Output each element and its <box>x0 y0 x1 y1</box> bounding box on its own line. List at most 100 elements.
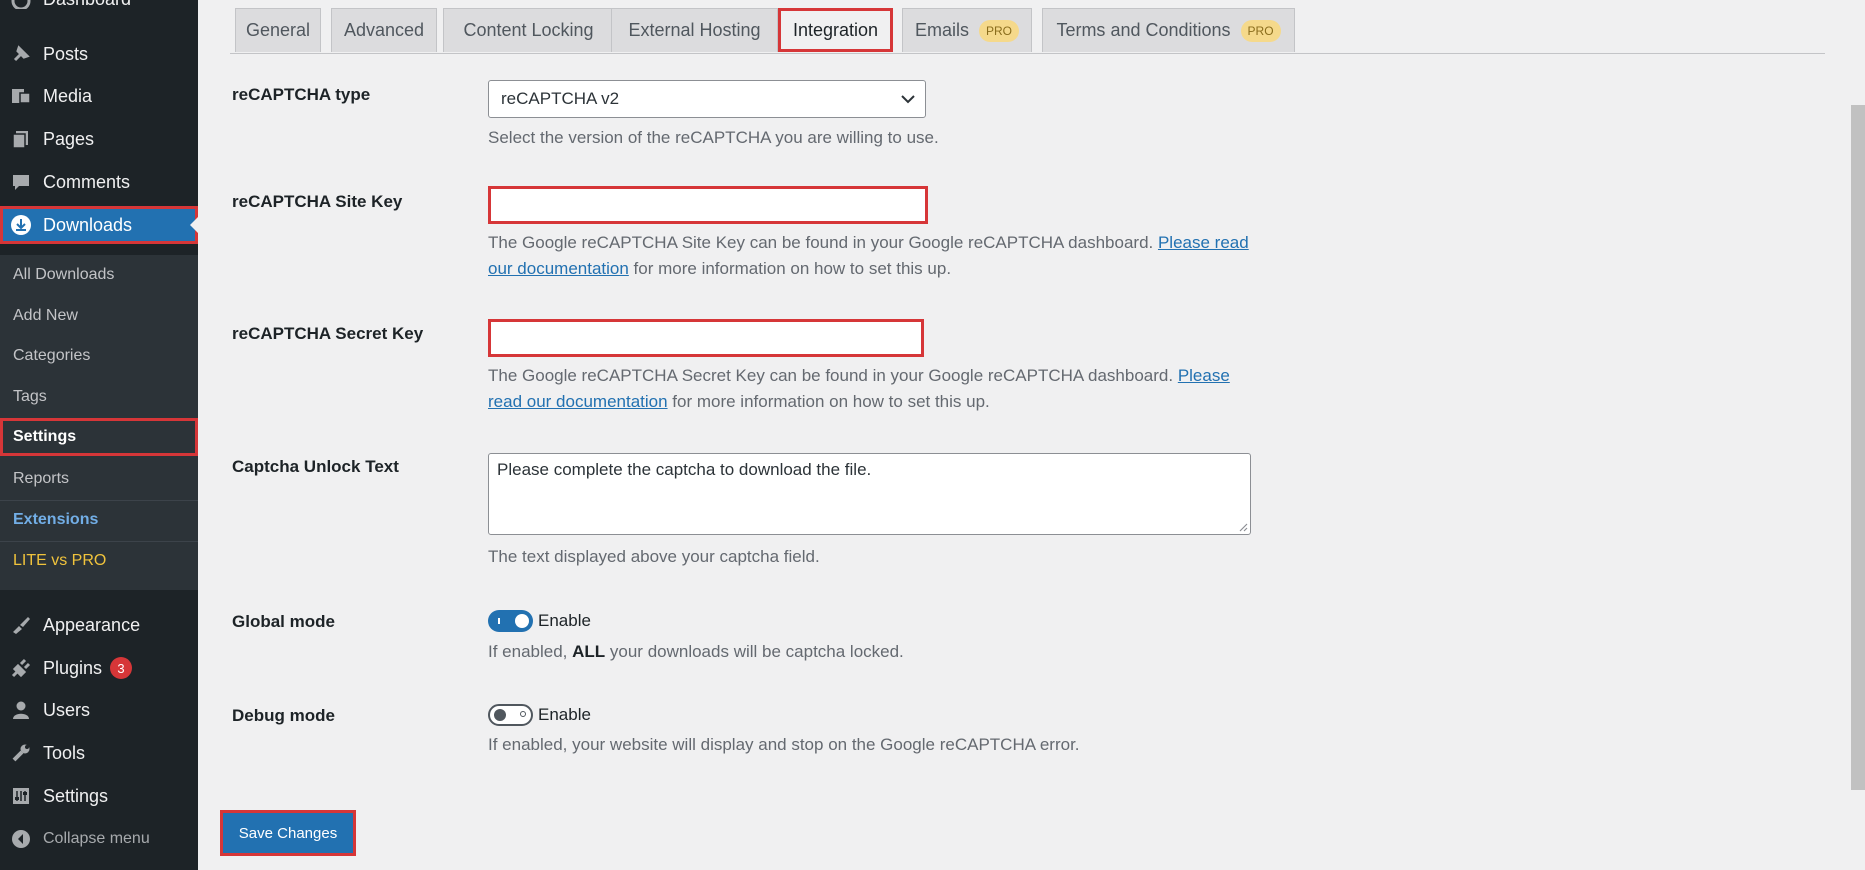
plugins-update-badge: 3 <box>110 657 133 679</box>
tab-label: General <box>245 20 311 40</box>
submenu-categories[interactable]: Categories <box>0 337 198 375</box>
submenu-lite-vs-pro[interactable]: LITE vs PRO <box>0 542 198 580</box>
menu-label: Dashboard <box>43 0 131 10</box>
admin-sidebar: Dashboard Posts Media Pages Comments Dow… <box>0 0 198 870</box>
menu-label: Tools <box>43 742 86 763</box>
debug-mode-toggle-label[interactable]: Enable <box>538 705 591 725</box>
tab-external-hosting[interactable]: External Hosting <box>611 8 778 52</box>
secret-key-input[interactable] <box>488 319 924 357</box>
menu-label: Appearance <box>43 614 141 635</box>
global-mode-label: Global mode <box>232 612 335 631</box>
downloads-submenu: All Downloads Add New Categories Tags Se… <box>0 255 198 590</box>
tab-label: Content Locking <box>463 20 594 40</box>
menu-label: Plugins <box>43 657 103 678</box>
global-mode-description: If enabled, ALL your downloads will be c… <box>488 639 904 665</box>
documentation-link[interactable]: read our documentation <box>488 392 668 411</box>
tab-integration[interactable]: Integration <box>778 8 893 52</box>
chevron-down-icon <box>901 95 915 104</box>
menu-label: Users <box>43 699 91 720</box>
desc-text: If enabled, <box>488 642 573 661</box>
menu-settings[interactable]: Settings <box>0 777 198 815</box>
desc-text: The Google reCAPTCHA Site Key can be fou… <box>488 233 1158 252</box>
site-key-input[interactable] <box>488 186 928 224</box>
scrollbar[interactable] <box>1851 105 1865 790</box>
menu-label: Pages <box>43 128 95 149</box>
site-key-label: reCAPTCHA Site Key <box>232 192 403 211</box>
media-icon <box>9 84 33 108</box>
tab-terms-and-conditions[interactable]: Terms and Conditions PRO <box>1042 8 1295 52</box>
save-changes-button[interactable]: Save Changes <box>220 810 356 856</box>
menu-label: Downloads <box>43 214 133 235</box>
global-mode-toggle[interactable] <box>488 610 533 632</box>
secret-key-description: The Google reCAPTCHA Secret Key can be f… <box>488 363 1268 415</box>
desc-text: The Google reCAPTCHA Secret Key can be f… <box>488 366 1178 385</box>
debug-mode-label: Debug mode <box>232 706 335 725</box>
tab-content-locking[interactable]: Content Locking <box>443 8 614 52</box>
menu-posts[interactable]: Posts <box>0 35 198 73</box>
submenu-add-new[interactable]: Add New <box>0 297 198 335</box>
submenu-extensions[interactable]: Extensions <box>0 501 198 539</box>
pro-badge: PRO <box>1240 19 1281 42</box>
desc-text: for more information on how to set this … <box>628 259 952 278</box>
menu-label: Media <box>43 85 93 106</box>
documentation-link[interactable]: Please read <box>1158 233 1249 252</box>
documentation-link[interactable]: Please <box>1178 366 1230 385</box>
wrench-icon <box>9 741 33 765</box>
unlock-text-description: The text displayed above your captcha fi… <box>488 547 820 566</box>
download-icon <box>9 213 33 237</box>
menu-label: Collapse menu <box>43 830 150 847</box>
recaptcha-type-value: reCAPTCHA v2 <box>501 89 620 108</box>
submenu-tags[interactable]: Tags <box>0 378 198 416</box>
plug-icon <box>9 656 33 680</box>
unlock-text-value: Please complete the captcha to download … <box>497 460 872 479</box>
unlock-text-label: Captcha Unlock Text <box>232 457 399 476</box>
menu-plugins[interactable]: Plugins 3 <box>0 649 198 687</box>
menu-label: Comments <box>43 171 131 192</box>
menu-collapse[interactable]: Collapse menu <box>0 820 198 858</box>
menu-label: Posts <box>43 43 89 64</box>
tabs-divider <box>230 53 1825 54</box>
desc-text: your downloads will be captcha locked. <box>605 642 904 661</box>
unlock-text-textarea[interactable]: Please complete the captcha to download … <box>488 453 1251 535</box>
global-mode-toggle-label[interactable]: Enable <box>538 611 591 631</box>
menu-tools[interactable]: Tools <box>0 734 198 772</box>
submenu-all-downloads[interactable]: All Downloads <box>0 256 198 294</box>
tab-label: External Hosting <box>628 20 761 40</box>
tab-emails[interactable]: Emails PRO <box>902 8 1032 52</box>
tab-label: Integration <box>792 20 879 40</box>
menu-users[interactable]: Users <box>0 691 198 729</box>
tab-general[interactable]: General <box>235 8 321 52</box>
pin-icon <box>9 42 33 66</box>
debug-mode-description: If enabled, your website will display an… <box>488 735 1080 754</box>
submenu-reports[interactable]: Reports <box>0 460 198 498</box>
recaptcha-type-description: Select the version of the reCAPTCHA you … <box>488 128 939 147</box>
active-arrow <box>190 217 198 233</box>
menu-pages[interactable]: Pages <box>0 120 198 158</box>
tab-label: Terms and Conditions <box>1056 20 1231 40</box>
desc-bold: ALL <box>572 642 606 661</box>
tab-advanced[interactable]: Advanced <box>331 8 437 52</box>
menu-dashboard[interactable]: Dashboard <box>0 0 198 18</box>
tab-label: Advanced <box>343 20 425 40</box>
menu-label: Settings <box>43 785 109 806</box>
collapse-icon <box>9 827 33 851</box>
menu-media[interactable]: Media <box>0 77 198 115</box>
secret-key-label: reCAPTCHA Secret Key <box>232 324 424 343</box>
documentation-link[interactable]: our documentation <box>488 259 629 278</box>
pro-badge: PRO <box>979 19 1020 42</box>
debug-mode-toggle[interactable] <box>488 704 533 726</box>
submenu-settings[interactable]: Settings <box>0 418 198 456</box>
user-icon <box>9 698 33 722</box>
tab-label: Emails <box>914 20 969 40</box>
menu-downloads[interactable]: Downloads <box>0 206 198 244</box>
settings-icon <box>9 784 33 808</box>
resize-handle-icon[interactable] <box>1238 522 1248 532</box>
dashboard-icon <box>9 0 33 11</box>
brush-icon <box>9 613 33 637</box>
menu-comments[interactable]: Comments <box>0 163 198 201</box>
recaptcha-type-select[interactable]: reCAPTCHA v2 <box>488 80 926 118</box>
menu-appearance[interactable]: Appearance <box>0 606 198 644</box>
desc-text: for more information on how to set this … <box>667 392 990 411</box>
recaptcha-type-label: reCAPTCHA type <box>232 85 371 104</box>
pages-icon <box>9 127 33 151</box>
